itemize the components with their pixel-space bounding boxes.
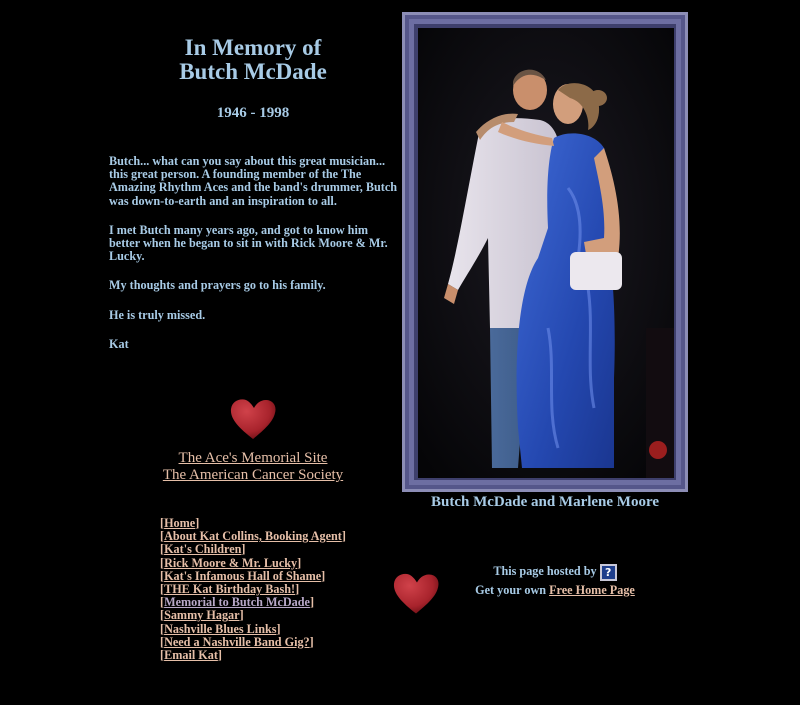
photo-illustration: [418, 28, 674, 478]
free-page-line: Get your own Free Home Page: [455, 581, 655, 599]
bio-paragraph: He is truly missed.: [109, 307, 206, 322]
bio-paragraph: I met Butch many years ago, and got to k…: [109, 222, 388, 264]
nav-link-blues-links[interactable]: Nashville Blues Links: [164, 622, 276, 636]
nav-link-band-gig[interactable]: Need a Nashville Band Gig?: [164, 635, 310, 649]
get-own-text: Get your own: [475, 582, 547, 597]
bio-paragraph: Butch... what can you say about this gre…: [109, 154, 398, 208]
nav-link-children[interactable]: Kat's Children: [164, 542, 241, 556]
cancer-society-link[interactable]: The American Cancer Society: [163, 467, 343, 483]
title-line-2: Butch McDade: [179, 59, 327, 84]
memorial-photo: [418, 28, 674, 478]
years-text: 1946 - 1998: [216, 105, 290, 121]
free-home-page-link[interactable]: Free Home Page: [549, 583, 635, 597]
nav-link-rick-moore[interactable]: Rick Moore & Mr. Lucky: [164, 556, 297, 570]
nav-link-birthday-bash[interactable]: THE Kat Birthday Bash!: [164, 582, 295, 596]
page-title: In Memory of Butch McDade: [110, 36, 396, 84]
hosted-by-text: This page hosted by: [493, 564, 597, 578]
memorial-links: The Ace's Memorial Site The American Can…: [120, 450, 386, 484]
nav-link-home[interactable]: Home: [164, 516, 195, 530]
heart-icon: [393, 573, 439, 614]
hosting-info: This page hosted by ? Get your own Free …: [455, 562, 655, 599]
nav-link-about[interactable]: About Kat Collins, Booking Agent: [164, 529, 342, 543]
question-icon[interactable]: ?: [599, 563, 617, 581]
bio-signature: Kat: [109, 336, 129, 351]
nav-link-hall-of-shame[interactable]: Kat's Infamous Hall of Shame: [164, 569, 321, 583]
nav-link-email[interactable]: Email Kat: [164, 648, 218, 662]
photo-caption: Butch McDade and Marlene Moore: [430, 494, 660, 510]
hosted-by-line: This page hosted by ?: [455, 562, 655, 581]
title-line-1: In Memory of: [184, 35, 322, 60]
nav-menu: [Home] [About Kat Collins, Booking Agent…: [160, 516, 346, 663]
heart-icon: [230, 399, 276, 439]
bio-text: Butch... what can you say about this gre…: [109, 154, 399, 367]
nav-item-email: [Email Kat]: [160, 648, 222, 663]
nav-link-memorial[interactable]: Memorial to Butch McDade: [164, 595, 310, 609]
nav-link-sammy-hagar[interactable]: Sammy Hagar: [164, 608, 240, 622]
bio-paragraph: My thoughts and prayers go to his family…: [109, 278, 326, 293]
aces-memorial-link[interactable]: The Ace's Memorial Site: [179, 450, 328, 466]
